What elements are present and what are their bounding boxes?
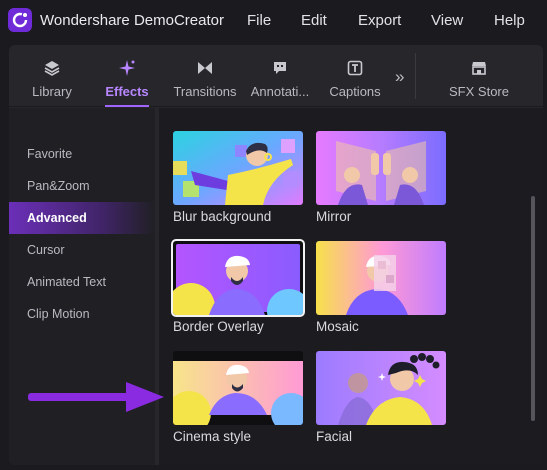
app-logo-icon [8,8,32,32]
effect-card-mosaic[interactable]: Mosaic [316,241,446,334]
tab-label: Library [32,84,72,99]
sidebar-item-advanced[interactable]: Advanced [9,202,155,234]
effect-thumbnail[interactable] [316,131,446,205]
tab-divider [415,53,416,99]
effect-label: Mosaic [316,319,359,334]
sidebar-item-pan-zoom[interactable]: Pan&Zoom [9,170,155,202]
effect-thumbnail[interactable] [316,351,446,425]
effect-thumbnail[interactable] [316,241,446,315]
store-icon [471,59,487,77]
tab-captions[interactable]: Captions [325,45,385,107]
layers-icon [44,59,60,77]
tab-effects[interactable]: Effects [97,45,157,107]
effect-label: Mirror [316,209,352,224]
tab-sfx-store[interactable]: SFX Store [447,45,511,107]
effects-grid: Blur background Mirror Border Overlay Mo… [159,108,543,465]
menu-view[interactable]: View [431,12,463,29]
tab-label: Annotati... [250,84,310,99]
effect-card-mirror[interactable]: Mirror [316,131,446,224]
effect-label: Border Overlay [173,319,264,334]
effect-thumbnail[interactable] [173,351,303,425]
effect-thumbnail[interactable] [173,131,303,205]
effect-card-cinema-style[interactable]: Cinema style [173,351,303,444]
annotation-icon [272,59,288,77]
effect-thumbnail[interactable] [171,239,305,317]
tab-bar: Library Effects Transitions Annotati... … [9,45,543,107]
effects-scrollbar[interactable] [531,196,535,421]
transition-icon [197,59,213,77]
effect-card-border-overlay[interactable]: Border Overlay [171,239,305,334]
app-title: Wondershare DemoCreator [40,12,224,29]
tab-label: Effects [105,84,149,99]
tab-label: SFX Store [449,84,509,99]
effect-card-blur-background[interactable]: Blur background [173,131,303,224]
sidebar-item-favorite[interactable]: Favorite [9,138,155,170]
tab-label: Captions [329,84,381,99]
sparkle-icon [118,59,136,77]
menu-file[interactable]: File [247,12,271,29]
more-tabs-chevron-icon[interactable]: » [395,67,404,87]
tab-annotations[interactable]: Annotati... [249,45,311,107]
title-bar: Wondershare DemoCreator File Edit Export… [0,0,547,42]
menu-export[interactable]: Export [358,12,401,29]
tab-library[interactable]: Library [23,45,81,107]
sidebar-item-clip-motion[interactable]: Clip Motion [9,298,155,330]
menu-edit[interactable]: Edit [301,12,327,29]
menu-help[interactable]: Help [494,12,525,29]
pointer-arrow-icon [28,382,164,412]
effect-card-facial[interactable]: Facial [316,351,446,444]
effect-label: Blur background [173,209,272,224]
sidebar-item-cursor[interactable]: Cursor [9,234,155,266]
tab-transitions[interactable]: Transitions [169,45,241,107]
tab-label: Transitions [173,84,237,99]
effect-label: Facial [316,429,353,444]
sidebar-item-animated-text[interactable]: Animated Text [9,266,155,298]
effect-label: Cinema style [173,429,252,444]
captions-icon [347,59,363,77]
